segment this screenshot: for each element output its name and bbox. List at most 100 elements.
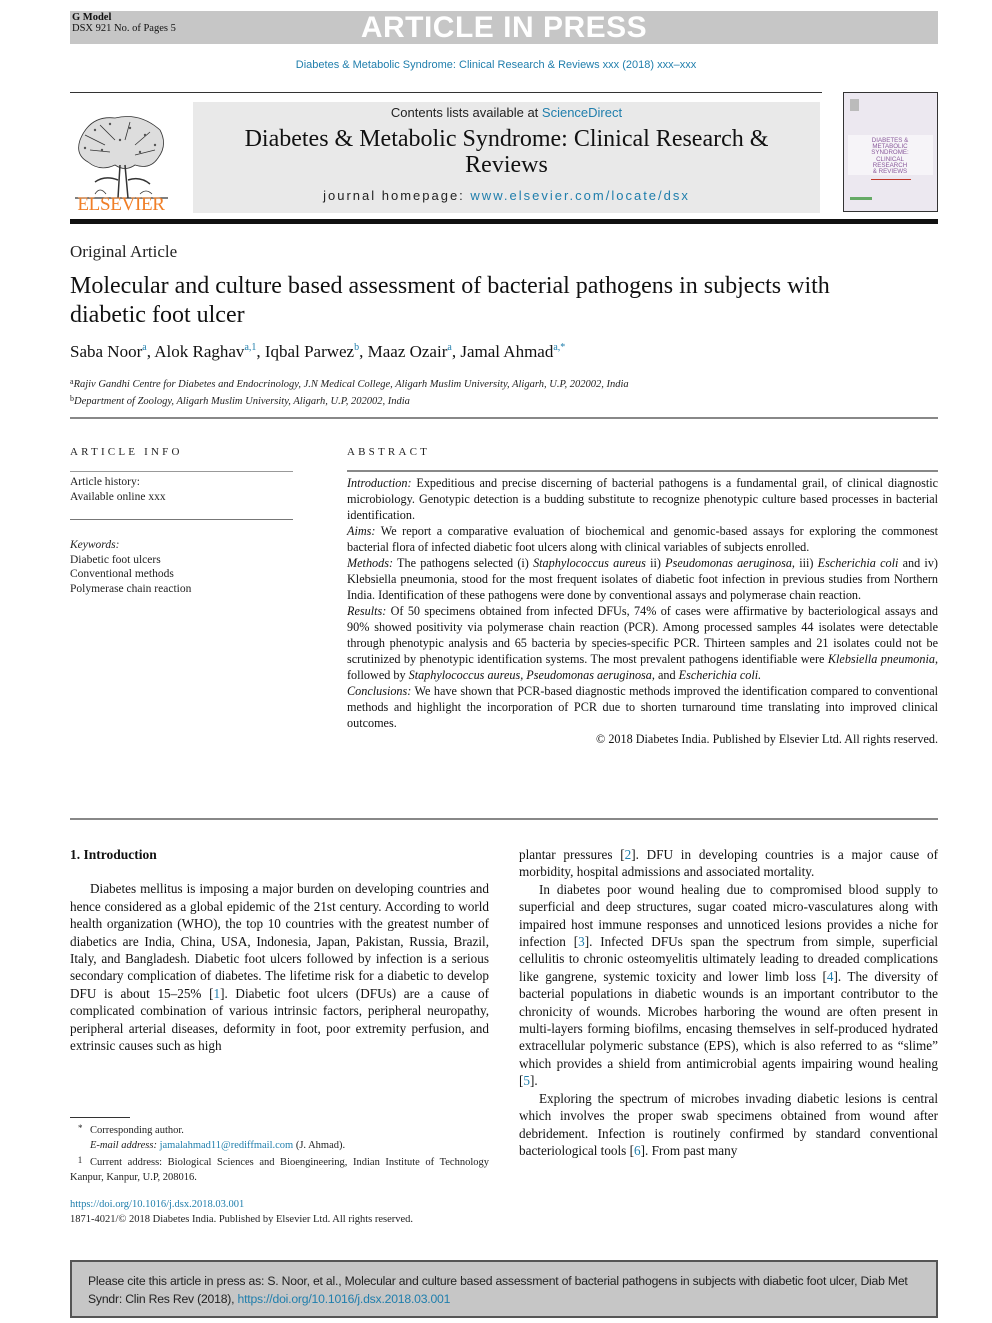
section-divider (70, 417, 938, 419)
article-info-rule (70, 519, 293, 520)
body-column-right: plantar pressures [2]. DFU in developing… (519, 846, 938, 1159)
species-name: Klebsiella pneumonia (827, 652, 935, 666)
footnote-rule (70, 1117, 130, 1118)
email-label: E-mail address: (90, 1140, 157, 1151)
species-name: Escherichia coli. (678, 668, 762, 682)
abstract-methods: Methods: The pathogens selected (i) Stap… (347, 555, 938, 603)
abstract-text: , iii) (791, 556, 818, 570)
body-paragraph: Exploring the spectrum of microbes invad… (519, 1090, 938, 1160)
footnote-corresponding: * Corresponding author. (70, 1121, 489, 1138)
abstract-results: Results: Of 50 specimens obtained from i… (347, 603, 938, 683)
footnotes: * Corresponding author. E-mail address: j… (70, 1121, 489, 1185)
species-name: Pseudomonas aeruginosa (665, 556, 792, 570)
doi-block: https://doi.org/10.1016/j.dsx.2018.03.00… (70, 1197, 413, 1227)
body-text: ]. The diversity of bacterial population… (519, 968, 939, 1089)
article-info-heading: ARTICLE INFO (70, 446, 183, 458)
abstract-label: Introduction: (347, 476, 412, 490)
abstract-text: We report a comparative evaluation of bi… (347, 524, 938, 554)
body-text: Diabetes mellitus is imposing a major bu… (70, 881, 489, 1001)
abstract-text: We have shown that PCR-based diagnostic … (347, 684, 938, 730)
keyword-item: Conventional methods (70, 568, 174, 580)
history-label: Article history: (70, 476, 140, 488)
abstract-text: ii) (645, 556, 666, 570)
journal-name: Diabetes & Metabolic Syndrome: Clinical … (244, 126, 769, 178)
abstract-aims: Aims: We report a comparative evaluation… (347, 523, 938, 555)
author-separator: , (359, 342, 368, 361)
press-title: ARTICLE IN PRESS (360, 11, 648, 44)
abstract-introduction: Introduction: Expeditious and precise di… (347, 475, 938, 523)
author-name: Alok Raghav (154, 342, 245, 361)
footnote-mark: * (78, 1123, 83, 1133)
abstract-text: The pathogens selected (i) (393, 556, 534, 570)
abstract-label: Conclusions: (347, 684, 412, 698)
abstract-rule (347, 470, 938, 472)
author-affiliation-link[interactable]: a,* (553, 342, 565, 353)
sciencedirect-link[interactable]: ScienceDirect (542, 105, 622, 120)
keywords: Keywords: Diabetic foot ulcers Conventio… (70, 538, 191, 596)
elsevier-wordmark: ELSEVIER (77, 194, 165, 215)
species-name: Staphylococcus aureus (533, 556, 646, 570)
journal-cover-icon: DIABETES & METABOLIC SYNDROME: CLINICAL … (848, 99, 933, 200)
citation-box: Please cite this article in press as: S.… (70, 1260, 938, 1318)
footnote-email: E-mail address: jamalahmad11@rediffmail.… (70, 1138, 489, 1153)
body-text: ]. From past many (640, 1142, 738, 1158)
reference-link[interactable]: 6 (634, 1143, 641, 1158)
svg-text:SYNDROME:: SYNDROME: (871, 149, 909, 156)
section-heading: 1. Introduction (70, 847, 157, 862)
journal-header-box: Contents lists available at ScienceDirec… (193, 102, 820, 213)
body-text: plantar pressures [ (519, 847, 625, 862)
footnote-text: (J. Ahmad). (293, 1140, 346, 1151)
issn-copyright: 1871-4021/© 2018 Diabetes India. Publish… (70, 1214, 414, 1225)
doi-link[interactable]: https://doi.org/10.1016/j.dsx.2018.03.00… (70, 1199, 244, 1210)
species-name: Staphylococcus aureus, Pseudomonas aerug… (408, 668, 655, 682)
abstract-label: Results: (347, 604, 387, 618)
affiliations: aRajiv Gandhi Centre for Diabetes and En… (70, 375, 629, 409)
keyword-item: Diabetic foot ulcers (70, 553, 161, 566)
article-in-press-banner: G Model DSX 921 No. of Pages 5 ARTICLE I… (70, 11, 938, 44)
journal-reference-link[interactable]: Diabetes & Metabolic Syndrome: Clinical … (0, 59, 992, 71)
journal-cover-thumbnail[interactable]: DIABETES & METABOLIC SYNDROME: CLINICAL … (843, 92, 938, 212)
author-name: Saba Noor (70, 342, 143, 361)
footnote-mark: 1 (77, 1155, 83, 1165)
author-name: Jamal Ahmad (460, 342, 554, 361)
abstract-conclusions: Conclusions: We have shown that PCR-base… (347, 683, 938, 731)
homepage-line: journal homepage: www.elsevier.com/locat… (193, 188, 820, 203)
svg-text:& REVIEWS: & REVIEWS (873, 168, 907, 175)
footnote-text: Corresponding author. (90, 1125, 184, 1136)
author-affiliation-link[interactable]: a,1 (244, 342, 256, 353)
header-rule (70, 92, 822, 93)
author-list: Saba Noora, Alok Raghava,1, Iqbal Parwez… (70, 342, 565, 362)
body-column-left: 1. Introduction Diabetes mellitus is imp… (70, 846, 489, 1054)
section-divider (70, 818, 938, 820)
header-thick-rule (70, 219, 938, 224)
abstract-copyright: © 2018 Diabetes India. Published by Else… (596, 732, 938, 746)
history-value: Available online xxx (70, 491, 166, 503)
keywords-label: Keywords: (70, 539, 120, 551)
abstract-label: Methods: (347, 556, 394, 570)
author-name: Iqbal Parwez (264, 342, 355, 361)
affiliation-text: Rajiv Gandhi Centre for Diabetes and End… (73, 379, 629, 390)
body-paragraph: plantar pressures [2]. DFU in developing… (519, 846, 938, 881)
body-paragraph: Diabetes mellitus is imposing a major bu… (70, 880, 489, 1054)
article-info-rule (70, 471, 293, 472)
footnote-current-address: 1 Current address: Biological Sciences an… (70, 1153, 489, 1185)
contents-prefix: Contents lists available at (390, 105, 542, 120)
abstract-heading: ABSTRACT (347, 446, 431, 458)
reference-link[interactable]: 5 (523, 1073, 530, 1088)
article-type: Original Article (70, 242, 178, 261)
affiliation-item: aRajiv Gandhi Centre for Diabetes and En… (70, 375, 629, 392)
article-title: Molecular and culture based assessment o… (70, 273, 830, 328)
affiliation-item: bDepartment of Zoology, Aligarh Muslim U… (70, 392, 629, 409)
body-text: ]. (530, 1073, 538, 1089)
reference-link[interactable]: 3 (578, 934, 585, 949)
email-link[interactable]: jamalahmad11@rediffmail.com (160, 1140, 294, 1151)
abstract-body: Introduction: Expeditious and precise di… (347, 475, 938, 747)
keyword-item: Polymerase chain reaction (70, 582, 192, 595)
citation-text: Please cite this article in press as: S.… (88, 1274, 908, 1306)
abstract-text: Expeditious and precise discerning of ba… (347, 476, 938, 522)
citation-doi-link[interactable]: https://doi.org/10.1016/j.dsx.2018.03.00… (238, 1292, 451, 1306)
author-separator: , (256, 342, 265, 361)
journal-homepage-link[interactable]: www.elsevier.com/locate/dsx (470, 188, 689, 203)
homepage-prefix: journal homepage: (323, 188, 471, 203)
contents-line: Contents lists available at ScienceDirec… (193, 105, 820, 120)
